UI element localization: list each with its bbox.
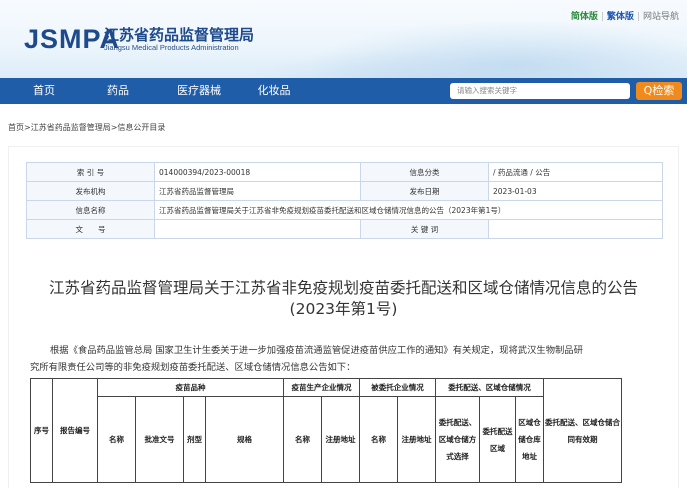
col-validity: 委托配送、区域仓储合同有效期 [543, 378, 622, 483]
meta-label: 文 号 [26, 219, 155, 239]
meta-row: 索 引 号 014000394/2023-00018 信息分类 / 药品流通 /… [26, 162, 663, 182]
col-report-no: 报告编号 [52, 378, 98, 483]
site-nav-link[interactable]: 网站导航 [643, 12, 679, 22]
search-button[interactable]: Q检索 [636, 82, 682, 100]
meta-value: / 药品流通 / 公告 [488, 162, 663, 182]
nav-item-devices[interactable]: 医疗器械 [166, 78, 232, 104]
group-delivery: 委托配送、区域仓储情况 [435, 378, 544, 397]
meta-value: 江苏省药品监督管理局关于江苏省非免疫规划疫苗委托配送和区域仓储情况信息的公告（2… [154, 200, 663, 220]
col-spec: 规格 [205, 396, 284, 483]
col-producer-address: 注册地址 [321, 396, 360, 483]
article-paragraph-cont: 究所有限责任公司等的非免疫规划疫苗委托配送、区域仓储情况信息公告如下： [30, 362, 356, 373]
col-producer-name: 名称 [283, 396, 322, 483]
meta-label: 发布机构 [26, 181, 155, 201]
top-links: 简体版 | 繁体版 | 网站导航 [570, 12, 679, 22]
site-title: 江苏省药品监督管理局 [104, 26, 255, 44]
group-vaccine: 疫苗品种 [97, 378, 284, 397]
col-consignee-address: 注册地址 [397, 396, 436, 483]
nav-item-home[interactable]: 首页 [18, 78, 70, 104]
article-title: 江苏省药品监督管理局关于江苏省非免疫规划疫苗委托配送和区域仓储情况信息的公告 [48, 279, 638, 297]
meta-label: 索 引 号 [26, 162, 155, 182]
col-vaccine-name: 名称 [97, 396, 136, 483]
meta-row: 信息名称 江苏省药品监督管理局关于江苏省非免疫规划疫苗委托配送和区域仓储情况信息… [26, 200, 663, 220]
meta-row: 发布机构 江苏省药品监督管理局 发布日期 2023-01-03 [26, 181, 663, 201]
meta-label: 信息名称 [26, 200, 155, 220]
search-input[interactable]: 请输入搜索关键字 [450, 83, 630, 99]
col-warehouse-address: 区域仓储仓库地址 [515, 396, 544, 483]
meta-value [488, 219, 663, 239]
meta-value: 江苏省药品监督管理局 [154, 181, 361, 201]
group-consignee: 被委托企业情况 [359, 378, 436, 397]
site-subtitle: Jiangsu Medical Products Administration [104, 43, 239, 52]
col-consignee-name: 名称 [359, 396, 398, 483]
col-dosage-form: 剂型 [183, 396, 206, 483]
info-meta-table: 索 引 号 014000394/2023-00018 信息分类 / 药品流通 /… [26, 162, 663, 239]
vaccine-table: 序号 报告编号 疫苗品种 疫苗生产企业情况 被委托企业情况 委托配送、区域仓储情… [30, 378, 622, 483]
nav-item-drugs[interactable]: 药品 [92, 78, 144, 104]
nav-item-cosmetics[interactable]: 化妆品 [248, 78, 300, 104]
meta-label: 关 键 词 [360, 219, 489, 239]
site-header: JSMPA 江苏省药品监督管理局 Jiangsu Medical Product… [0, 0, 687, 78]
table-subheader-row: 名称 批准文号 剂型 规格 名称 注册地址 名称 注册地址 委托配送、区域仓储方… [31, 396, 622, 483]
breadcrumb[interactable]: 首页>江苏省药品监督管理局>信息公开目录 [8, 122, 165, 133]
col-delivery-area: 委托配送区域 [479, 396, 516, 483]
col-delivery-method: 委托配送、区域仓储方式选择 [435, 396, 480, 483]
col-seq: 序号 [30, 378, 53, 483]
meta-value: 014000394/2023-00018 [154, 162, 361, 182]
main-nav: 首页 药品 医疗器械 化妆品 请输入搜索关键字 Q检索 [0, 78, 687, 104]
col-approval-no: 批准文号 [135, 396, 184, 483]
article-paragraph: 根据《食品药品监管总局 国家卫生计生委关于进一步加强疫苗流通监管促进疫苗供应工作… [50, 345, 583, 356]
meta-value [154, 219, 361, 239]
meta-value: 2023-01-03 [488, 181, 663, 201]
article-title-number: (2023年第1号) [289, 300, 398, 318]
traditional-link[interactable]: 繁体版 [607, 12, 634, 22]
group-producer: 疫苗生产企业情况 [283, 378, 360, 397]
meta-label: 信息分类 [360, 162, 489, 182]
meta-label: 发布日期 [360, 181, 489, 201]
meta-row: 文 号 关 键 词 [26, 219, 663, 239]
table-header-row: 序号 报告编号 疫苗品种 疫苗生产企业情况 被委托企业情况 委托配送、区域仓储情… [30, 378, 622, 483]
simplified-link[interactable]: 简体版 [571, 12, 598, 22]
